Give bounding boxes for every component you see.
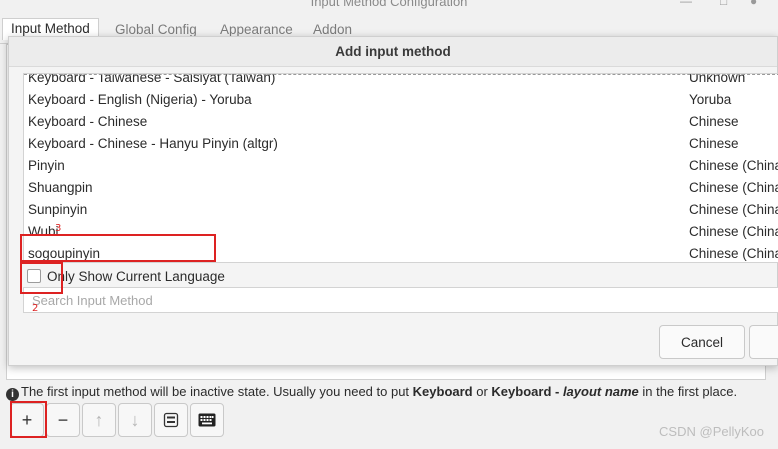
list-item-language: Chinese (China): [689, 180, 778, 195]
list-divider: [24, 74, 778, 75]
tab-global-config[interactable]: Global Config: [115, 22, 197, 37]
move-down-button[interactable]: ↓: [118, 403, 152, 437]
list-item[interactable]: Keyboard - Taiwanese - Saisiyat (Taiwan)…: [24, 73, 778, 89]
annotation-number-3: 3: [55, 223, 62, 234]
list-item-language: Chinese: [689, 114, 739, 129]
configure-icon: [163, 412, 179, 428]
search-box: [23, 287, 778, 313]
tab-addon[interactable]: Addon: [313, 22, 352, 37]
keyboard-layout-button[interactable]: [190, 403, 224, 437]
list-item-name: Keyboard - Taiwanese - Saisiyat (Taiwan): [28, 73, 276, 85]
list-item-language: Chinese (China): [689, 158, 778, 173]
list-item[interactable]: Sunpinyin Chinese (China): [24, 199, 778, 221]
info-text-end: in the first place.: [638, 384, 738, 399]
list-item-name: Shuangpin: [28, 180, 93, 195]
add-button-partial[interactable]: [749, 325, 778, 359]
tab-appearance[interactable]: Appearance: [220, 22, 293, 37]
list-item[interactable]: Keyboard - Chinese Chinese: [24, 111, 778, 133]
list-item[interactable]: Shuangpin Chinese (China): [24, 177, 778, 199]
list-item[interactable]: Pinyin Chinese (China): [24, 155, 778, 177]
list-item-name: Sunpinyin: [28, 202, 88, 217]
list-item-language: Chinese (China): [689, 202, 778, 217]
title-bar: Input Method Configuration — □ ●: [0, 0, 778, 12]
list-item-name: Keyboard - Chinese: [28, 114, 148, 129]
info-bold-keyboard: Keyboard: [412, 384, 473, 399]
add-input-method-dialog: Add input method Keyboard - Taiwanese - …: [8, 36, 778, 366]
move-up-button[interactable]: ↑: [82, 403, 116, 437]
close-icon[interactable]: ●: [750, 0, 757, 8]
annotation-box-sogoupinyin: [20, 234, 216, 262]
info-message: i The first input method will be inactive…: [6, 384, 776, 402]
list-item-language: Unknown: [689, 73, 746, 85]
list-item-name: Keyboard - Chinese - Hanyu Pinyin (altgr…: [28, 136, 278, 151]
keyboard-icon: [198, 413, 216, 427]
info-text: The first input method will be inactive …: [21, 384, 413, 399]
maximize-icon[interactable]: □: [720, 0, 727, 8]
info-text-or: or: [472, 384, 492, 399]
annotation-number-2: 2: [32, 303, 39, 314]
annotation-box-checkbox: [20, 262, 63, 294]
list-item-language: Yoruba: [689, 92, 732, 107]
remove-button[interactable]: −: [46, 403, 80, 437]
annotation-box-add-button: [10, 401, 47, 438]
info-bold-keyboard-dash: Keyboard -: [491, 384, 563, 399]
dialog-title: Add input method: [9, 37, 777, 67]
configure-button[interactable]: [154, 403, 188, 437]
watermark: CSDN @PellyKoo: [659, 424, 764, 439]
list-item-language: Chinese (China): [689, 246, 778, 261]
info-italic-layout: layout name: [562, 384, 639, 399]
list-item-language: Chinese: [689, 136, 739, 151]
list-item[interactable]: Keyboard - Chinese - Hanyu Pinyin (altgr…: [24, 133, 778, 155]
window-title: Input Method Configuration: [310, 0, 468, 9]
list-item-name: Pinyin: [28, 158, 65, 173]
cancel-button[interactable]: Cancel: [659, 325, 745, 359]
only-current-language-label: Only Show Current Language: [47, 268, 225, 284]
info-icon: i: [6, 388, 19, 401]
list-item[interactable]: Keyboard - English (Nigeria) - Yoruba Yo…: [24, 89, 778, 111]
list-item-name: Keyboard - English (Nigeria) - Yoruba: [28, 92, 252, 107]
minimize-icon[interactable]: —: [680, 0, 692, 8]
list-item-language: Chinese (China): [689, 224, 778, 239]
search-input[interactable]: [24, 288, 778, 312]
